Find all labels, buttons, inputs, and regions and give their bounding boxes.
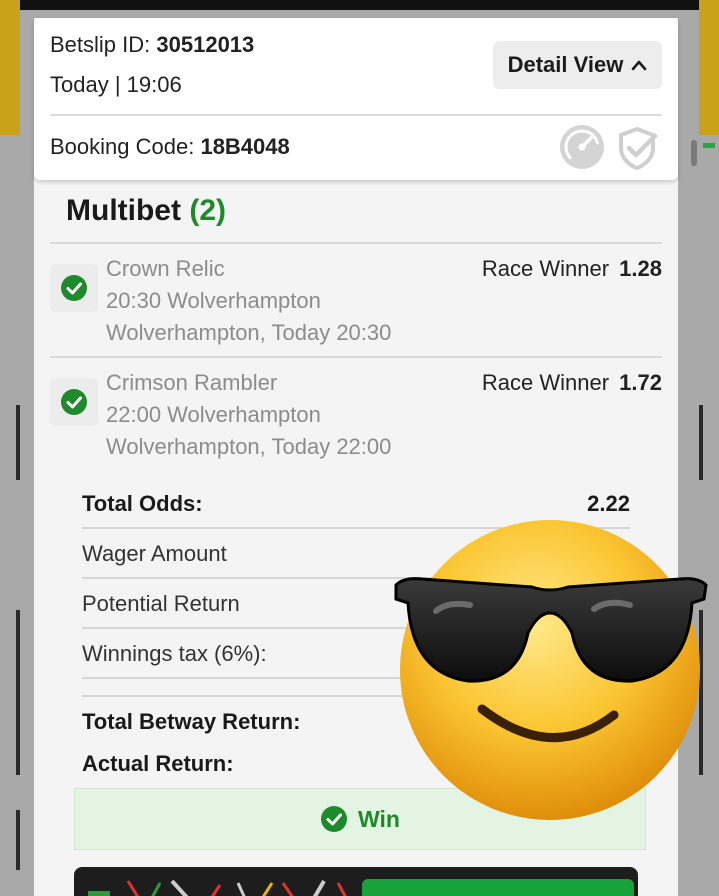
multibet-count: (2) <box>189 194 226 227</box>
chevron-up-icon <box>632 60 647 71</box>
check-circle-icon <box>61 275 87 301</box>
background-card-edge <box>16 405 20 480</box>
booking-code-label: Booking Code: <box>50 134 195 159</box>
detail-view-label: Detail View <box>507 52 624 77</box>
background-card-edge <box>699 405 703 480</box>
scrollbar-thumb[interactable] <box>691 140 697 166</box>
booking-code-value: 18B4048 <box>200 134 290 159</box>
booking-code-row: Booking Code: 18B4048 <box>50 134 290 160</box>
check-circle-icon <box>61 389 87 415</box>
betslip-id-row: Betslip ID: 30512013 <box>50 32 254 58</box>
leg-odds: 1.28 <box>619 256 662 281</box>
background-banner-right <box>699 0 719 135</box>
leg-status <box>50 378 98 426</box>
leg-market-label: Race Winner <box>481 370 610 395</box>
betslip-id-value: 30512013 <box>156 32 255 57</box>
leg-venue-time: Wolverhampton, Today 22:00 <box>106 434 392 459</box>
bet-leg[interactable]: Crown Relic 20:30 Wolverhampton Wolverha… <box>50 244 662 356</box>
detail-view-button[interactable]: Detail View <box>493 41 662 89</box>
winnings-tax-label: Winnings tax (6%): <box>82 641 267 666</box>
header-divider <box>50 114 662 116</box>
betslip-header-card: Betslip ID: 30512013 Today | 19:06 Detai… <box>34 18 678 180</box>
leg-venue-time: Wolverhampton, Today 20:30 <box>106 320 392 345</box>
leg-market: Race Winner 1.28 <box>482 256 662 282</box>
leg-status <box>50 264 98 312</box>
top-bar <box>0 0 719 10</box>
bet-leg[interactable]: Crimson Rambler 22:00 Wolverhampton Wolv… <box>50 358 662 470</box>
potential-return-label: Potential Return <box>82 591 240 616</box>
leg-odds: 1.72 <box>619 370 662 395</box>
leg-market-label: Race Winner <box>481 256 610 281</box>
promo-banner[interactable] <box>74 867 638 896</box>
tools-graphic <box>88 879 347 896</box>
total-odds-label: Total Odds: <box>82 491 203 516</box>
multibet-title: Multibet (2) <box>66 194 226 228</box>
background-banner-left <box>0 0 20 135</box>
wager-amount-label: Wager Amount <box>82 541 227 566</box>
total-return-label: Total Betway Return: <box>82 709 301 734</box>
gauge-icon[interactable] <box>559 124 605 170</box>
leg-market: Race Winner 1.72 <box>482 370 662 396</box>
leg-race: 22:00 Wolverhampton <box>106 402 321 427</box>
background-accent <box>703 143 715 148</box>
actual-return-label: Actual Return: <box>82 751 234 776</box>
bet-datetime: Today | 19:06 <box>50 72 182 97</box>
betslip-id-label: Betslip ID: <box>50 32 151 57</box>
background-card-edge <box>16 810 20 870</box>
sunglasses-emoji <box>394 520 708 820</box>
multibet-label: Multibet <box>66 194 181 227</box>
check-circle-icon <box>321 806 348 832</box>
leg-selection: Crown Relic <box>106 256 225 281</box>
leg-race: 20:30 Wolverhampton <box>106 288 321 313</box>
shield-check-icon[interactable] <box>616 126 658 170</box>
background-card-edge <box>16 610 20 775</box>
leg-selection: Crimson Rambler <box>106 370 278 395</box>
promo-cta[interactable] <box>362 879 634 896</box>
